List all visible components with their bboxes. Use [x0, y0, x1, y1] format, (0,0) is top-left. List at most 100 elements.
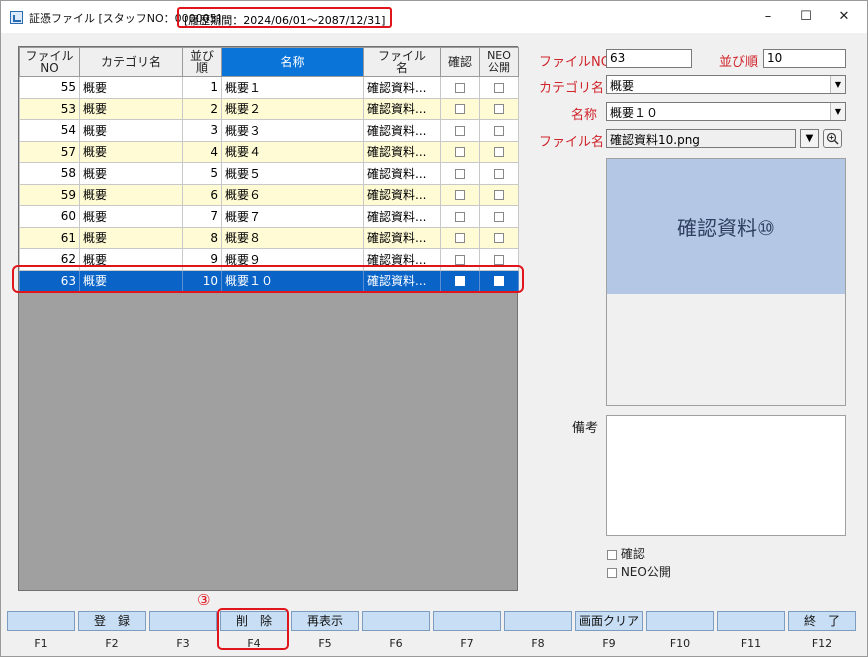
f1-button[interactable]: [7, 611, 75, 631]
name-select[interactable]: 概要１０ ▼: [606, 102, 846, 121]
zoom-icon[interactable]: [823, 129, 842, 148]
confirm-checkbox[interactable]: [455, 254, 465, 265]
neo-checkbox[interactable]: [494, 82, 504, 93]
neo-option[interactable]: NEO公開: [607, 563, 671, 580]
cell-category: 概要: [79, 162, 183, 185]
table-row[interactable]: 61 概要 8 概要８ 確認資料...: [19, 226, 519, 249]
confirm-checkbox[interactable]: [455, 211, 465, 222]
cell-name: 概要１０: [221, 269, 364, 292]
cell-confirm: [440, 119, 480, 142]
file-no-field[interactable]: 63: [606, 49, 692, 68]
neo-checkbox[interactable]: [494, 276, 504, 287]
file-table: ファイル NO カテゴリ名 並び 順 名称 ファイル 名 確認 NEO 公開 5…: [19, 47, 519, 292]
neo-checkbox[interactable]: [494, 211, 504, 222]
image-preview: 確認資料⑩: [606, 158, 846, 406]
f7-button[interactable]: [433, 611, 501, 631]
cell-neo: [479, 183, 519, 206]
neo-checkbox[interactable]: [494, 168, 504, 179]
refresh-button[interactable]: 再表示: [291, 611, 359, 631]
confirm-checkbox[interactable]: [455, 82, 465, 93]
table-row[interactable]: 53 概要 2 概要２ 確認資料...: [19, 97, 519, 120]
memo-textarea[interactable]: [606, 415, 846, 536]
f6-button[interactable]: [362, 611, 430, 631]
cell-name: 概要５: [221, 162, 364, 185]
cell-name: 概要４: [221, 140, 364, 163]
f8-key-label: F8: [531, 637, 545, 650]
cell-file-no: 59: [19, 183, 80, 206]
exit-button[interactable]: 終 了: [788, 611, 856, 631]
header-file-name[interactable]: ファイル 名: [363, 47, 441, 77]
confirm-checkbox[interactable]: [455, 125, 465, 136]
minimize-button[interactable]: –: [753, 7, 783, 27]
neo-checkbox[interactable]: [494, 104, 504, 115]
header-neo[interactable]: NEO 公開: [479, 47, 519, 77]
table-row[interactable]: 58 概要 5 概要５ 確認資料...: [19, 162, 519, 185]
file-name-field[interactable]: 確認資料10.png: [606, 129, 796, 148]
cell-order: 2: [182, 97, 222, 120]
category-select[interactable]: 概要 ▼: [606, 75, 846, 94]
table-row[interactable]: 60 概要 7 概要７ 確認資料...: [19, 205, 519, 228]
table-row[interactable]: 57 概要 4 概要４ 確認資料...: [19, 140, 519, 163]
confirm-checkbox[interactable]: [455, 168, 465, 179]
cell-confirm: [440, 226, 480, 249]
confirm-checkbox[interactable]: [455, 233, 465, 244]
cell-file-no: 58: [19, 162, 80, 185]
cell-file: 確認資料...: [363, 226, 441, 249]
close-button[interactable]: ✕: [829, 7, 859, 27]
cell-file: 確認資料...: [363, 183, 441, 206]
header-category[interactable]: カテゴリ名: [79, 47, 183, 77]
neo-checkbox[interactable]: [607, 567, 617, 578]
header-confirm[interactable]: 確認: [440, 47, 480, 77]
cell-file: 確認資料...: [363, 269, 441, 292]
memo-label: 備考: [572, 421, 599, 436]
cell-category: 概要: [79, 205, 183, 228]
register-button[interactable]: 登 録: [78, 611, 146, 631]
chevron-down-icon[interactable]: ▼: [830, 103, 845, 120]
table-row[interactable]: 59 概要 6 概要６ 確認資料...: [19, 183, 519, 206]
neo-checkbox[interactable]: [494, 233, 504, 244]
table-row[interactable]: 55 概要 1 概要１ 確認資料...: [19, 76, 519, 99]
neo-checkbox[interactable]: [494, 254, 504, 265]
f3-key-label: F3: [176, 637, 190, 650]
cell-file-no: 55: [19, 76, 80, 99]
f3-button[interactable]: [149, 611, 217, 631]
cell-neo: [479, 205, 519, 228]
function-key-bar: F1 登 録 F2 F3 削 除 F4 再表示 F5 F6 F7 F8 画面クリ…: [1, 611, 867, 657]
f11-button[interactable]: [717, 611, 785, 631]
cell-order: 7: [182, 205, 222, 228]
file-list-grid[interactable]: ファイル NO カテゴリ名 並び 順 名称 ファイル 名 確認 NEO 公開 5…: [18, 46, 519, 591]
category-value: 概要: [610, 79, 635, 93]
chevron-down-icon[interactable]: ▼: [830, 76, 845, 93]
confirm-checkbox[interactable]: [607, 549, 617, 560]
neo-checkbox[interactable]: [494, 125, 504, 136]
cell-file: 確認資料...: [363, 97, 441, 120]
cell-file-no: 57: [19, 140, 80, 163]
confirm-checkbox[interactable]: [455, 104, 465, 115]
clear-screen-button[interactable]: 画面クリア: [575, 611, 643, 631]
header-order[interactable]: 並び 順: [182, 47, 222, 77]
confirm-checkbox[interactable]: [455, 190, 465, 201]
delete-button[interactable]: 削 除: [220, 611, 288, 631]
neo-checkbox[interactable]: [494, 147, 504, 158]
header-name[interactable]: 名称: [221, 47, 364, 77]
f4-key-label: F4: [247, 637, 261, 650]
cell-name: 概要７: [221, 205, 364, 228]
table-row[interactable]: 54 概要 3 概要３ 確認資料...: [19, 119, 519, 142]
table-row[interactable]: 62 概要 9 概要９ 確認資料...: [19, 248, 519, 271]
main-window: 証憑ファイル [スタッフNO：000005] [履歴期間：2024/06/01～…: [0, 0, 868, 657]
confirm-checkbox[interactable]: [455, 147, 465, 158]
f6-key-label: F6: [389, 637, 403, 650]
order-field[interactable]: 10: [763, 49, 846, 68]
maximize-button[interactable]: ☐: [791, 7, 821, 27]
table-row-selected[interactable]: 63 概要 10 概要１０ 確認資料...: [19, 269, 519, 292]
cell-category: 概要: [79, 140, 183, 163]
header-file-no[interactable]: ファイル NO: [19, 47, 80, 77]
cell-neo: [479, 97, 519, 120]
f10-button[interactable]: [646, 611, 714, 631]
confirm-option[interactable]: 確認: [607, 545, 645, 562]
f9-key-label: F9: [602, 637, 616, 650]
file-dropdown-button[interactable]: ▼: [800, 129, 819, 148]
confirm-checkbox[interactable]: [455, 276, 465, 287]
neo-checkbox[interactable]: [494, 190, 504, 201]
f8-button[interactable]: [504, 611, 572, 631]
